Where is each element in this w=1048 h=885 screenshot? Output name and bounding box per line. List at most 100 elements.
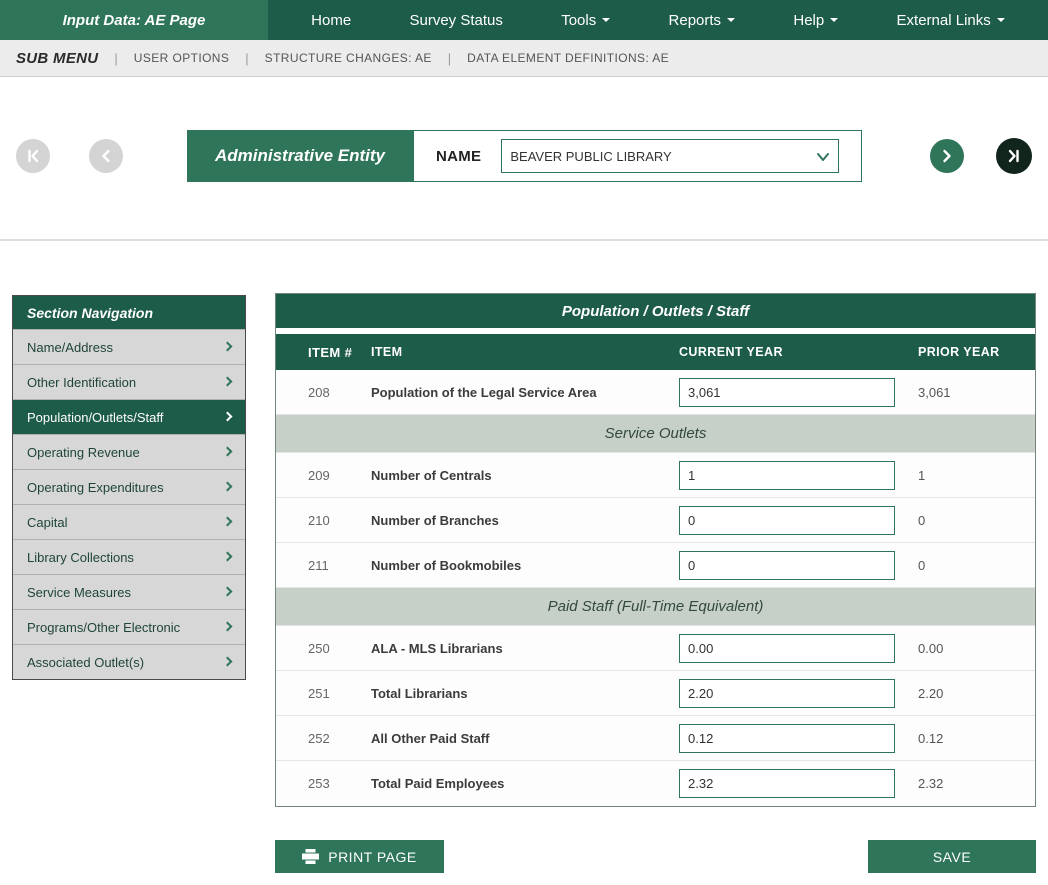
- chevron-right-icon: [223, 342, 233, 352]
- chevron-right-icon: [939, 148, 955, 164]
- table-row-208: 208 Population of the Legal Service Area…: [276, 370, 1035, 415]
- chevron-right-icon: [223, 657, 233, 667]
- print-page-button[interactable]: PRINT PAGE: [275, 840, 444, 873]
- item-number: 253: [276, 776, 371, 791]
- sidebar-item-programs-other-electronic[interactable]: Programs/Other Electronic: [13, 609, 245, 644]
- chevron-right-icon: [223, 552, 233, 562]
- sidebar-item-capital[interactable]: Capital: [13, 504, 245, 539]
- table-row-252: 252 All Other Paid Staff 0.12: [276, 716, 1035, 761]
- submenu-link-data-element-definitions[interactable]: DATA ELEMENT DEFINITIONS: AE: [467, 51, 669, 65]
- prior-year-value: 0: [918, 513, 1035, 528]
- name-label: NAME: [436, 148, 481, 165]
- sidebar-item-label: Library Collections: [27, 550, 134, 565]
- chevron-down-icon: [814, 148, 832, 166]
- sidebar-item-label: Operating Expenditures: [27, 480, 164, 495]
- nav-item-tools[interactable]: Tools: [561, 12, 610, 29]
- submenu-link-user-options[interactable]: USER OPTIONS: [134, 51, 229, 65]
- item-number: 208: [276, 385, 371, 400]
- nav-item-external-links[interactable]: External Links: [897, 12, 1005, 29]
- chevron-right-icon: [223, 377, 233, 387]
- table-row-253: 253 Total Paid Employees 2.32: [276, 761, 1035, 806]
- previous-record-button[interactable]: [89, 139, 123, 173]
- current-year-input-210[interactable]: [679, 506, 895, 535]
- sidebar-item-associated-outlets[interactable]: Associated Outlet(s): [13, 644, 245, 679]
- current-year-input-251[interactable]: [679, 679, 895, 708]
- sidebar-item-label: Name/Address: [27, 340, 113, 355]
- top-navigation-bar: Input Data: AE Page Home Survey Status T…: [0, 0, 1048, 40]
- sidebar-item-population-outlets-staff[interactable]: Population/Outlets/Staff: [13, 399, 245, 434]
- table-row-250: 250 ALA - MLS Librarians 0.00: [276, 626, 1035, 671]
- current-year-input-209[interactable]: [679, 461, 895, 490]
- sidebar-item-other-identification[interactable]: Other Identification: [13, 364, 245, 399]
- current-year-input-250[interactable]: [679, 634, 895, 663]
- chevron-right-icon: [223, 447, 233, 457]
- current-year-input-211[interactable]: [679, 551, 895, 580]
- nav-item-label: Survey Status: [409, 12, 502, 29]
- sidebar-item-operating-expenditures[interactable]: Operating Expenditures: [13, 469, 245, 504]
- table-row-209: 209 Number of Centrals 1: [276, 453, 1035, 498]
- chevron-left-icon: [98, 148, 114, 164]
- nav-item-reports[interactable]: Reports: [669, 12, 736, 29]
- save-button[interactable]: SAVE: [868, 840, 1036, 873]
- nav-item-home[interactable]: Home: [311, 12, 351, 29]
- section-label: Paid Staff (Full-Time Equivalent): [548, 598, 764, 615]
- nav-item-label: Tools: [561, 12, 596, 29]
- separator: |: [245, 51, 248, 66]
- nav-item-label: Home: [311, 12, 351, 29]
- column-header-item: ITEM: [371, 345, 679, 359]
- table-row-251: 251 Total Librarians 2.20: [276, 671, 1035, 716]
- current-year-input-252[interactable]: [679, 724, 895, 753]
- item-label: Number of Bookmobiles: [371, 558, 679, 573]
- section-navigation-header: Section Navigation: [13, 296, 245, 329]
- administrative-entity-label: Administrative Entity: [187, 130, 413, 182]
- table-section-row: Paid Staff (Full-Time Equivalent): [276, 588, 1035, 626]
- nav-item-help[interactable]: Help: [793, 12, 838, 29]
- caret-down-icon: [602, 18, 610, 22]
- section-navigation: Section Navigation Name/Address Other Id…: [12, 295, 246, 680]
- caret-down-icon: [727, 18, 735, 22]
- ae-page: Input Data: AE Page Home Survey Status T…: [0, 0, 1048, 885]
- prior-year-value: 0.00: [918, 641, 1035, 656]
- sidebar-item-name-address[interactable]: Name/Address: [13, 329, 245, 364]
- prior-year-value: 1: [918, 468, 1035, 483]
- table-row-210: 210 Number of Branches 0: [276, 498, 1035, 543]
- prior-year-value: 3,061: [918, 385, 1035, 400]
- entity-name-box: NAME BEAVER PUBLIC LIBRARY: [413, 130, 862, 182]
- separator: |: [448, 51, 451, 66]
- first-record-button[interactable]: [16, 139, 50, 173]
- last-record-button[interactable]: [996, 138, 1032, 174]
- tab-input-data-ae-page[interactable]: Input Data: AE Page: [0, 0, 268, 40]
- nav-items: Home Survey Status Tools Reports Help Ex…: [268, 0, 1048, 40]
- horizontal-divider: [0, 239, 1048, 241]
- sidebar-item-label: Associated Outlet(s): [27, 655, 144, 670]
- entity-name-select[interactable]: BEAVER PUBLIC LIBRARY: [501, 139, 839, 173]
- selected-entity-name: BEAVER PUBLIC LIBRARY: [502, 149, 671, 164]
- item-number: 210: [276, 513, 371, 528]
- sidebar-item-library-collections[interactable]: Library Collections: [13, 539, 245, 574]
- caret-down-icon: [997, 18, 1005, 22]
- prior-year-value: 2.32: [918, 776, 1035, 791]
- chevron-right-icon: [223, 587, 233, 597]
- nav-item-label: Reports: [669, 12, 722, 29]
- sidebar-item-label: Population/Outlets/Staff: [27, 410, 163, 425]
- sidebar-item-label: Operating Revenue: [27, 445, 140, 460]
- item-number: 209: [276, 468, 371, 483]
- next-record-button[interactable]: [930, 139, 964, 173]
- nav-item-label: Help: [793, 12, 824, 29]
- sidebar-item-label: Capital: [27, 515, 67, 530]
- column-header-item-number: ITEM #: [276, 345, 371, 360]
- sidebar-item-label: Other Identification: [27, 375, 136, 390]
- table-row-211: 211 Number of Bookmobiles 0: [276, 543, 1035, 588]
- item-number: 252: [276, 731, 371, 746]
- nav-item-survey-status[interactable]: Survey Status: [409, 12, 502, 29]
- item-number: 251: [276, 686, 371, 701]
- current-year-input-208[interactable]: [679, 378, 895, 407]
- submenu-link-structure-changes[interactable]: STRUCTURE CHANGES: AE: [265, 51, 432, 65]
- table-title: Population / Outlets / Staff: [276, 294, 1035, 328]
- sidebar-item-operating-revenue[interactable]: Operating Revenue: [13, 434, 245, 469]
- current-year-input-253[interactable]: [679, 769, 895, 798]
- table-header-row: ITEM # ITEM CURRENT YEAR PRIOR YEAR: [276, 334, 1035, 370]
- sidebar-item-service-measures[interactable]: Service Measures: [13, 574, 245, 609]
- prior-year-value: 0.12: [918, 731, 1035, 746]
- population-outlets-staff-table: Population / Outlets / Staff ITEM # ITEM…: [275, 293, 1036, 807]
